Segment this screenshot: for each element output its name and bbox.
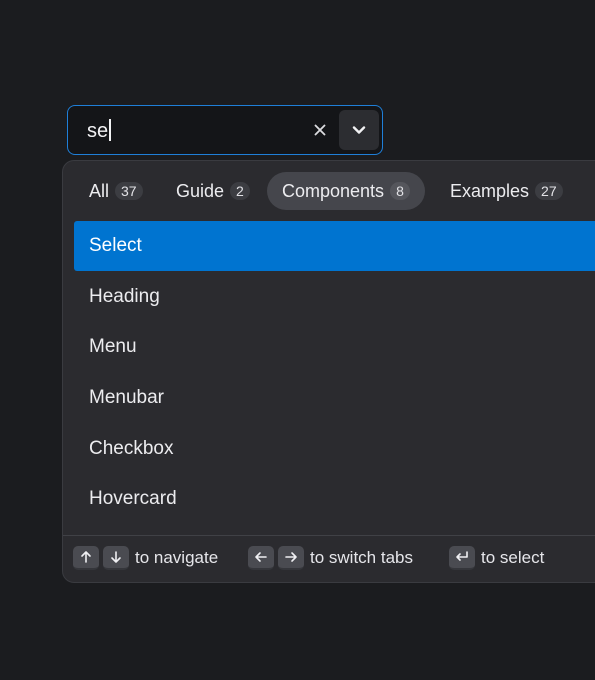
- tab-count-badge: 37: [115, 182, 143, 200]
- enter-key-icon: [449, 546, 475, 570]
- tab-count-badge: 8: [390, 182, 410, 200]
- arrow-up-key-icon: [73, 546, 99, 570]
- tab-label: All: [89, 180, 110, 201]
- navigate-hint-text: to navigate: [135, 548, 219, 567]
- close-icon: [314, 124, 326, 136]
- option-menu[interactable]: Menu: [74, 322, 595, 372]
- tab-count-badge: 27: [535, 182, 563, 200]
- tab-all[interactable]: All 37: [74, 172, 158, 210]
- switch-tabs-hint-text: to switch tabs: [310, 548, 413, 567]
- option-checkbox[interactable]: Checkbox: [74, 424, 595, 474]
- search-input[interactable]: se: [87, 119, 111, 143]
- chevron-down-icon: [352, 126, 366, 134]
- search-input-value: se: [87, 120, 109, 142]
- text-caret: [109, 119, 111, 141]
- tab-guide[interactable]: Guide 2: [161, 172, 265, 210]
- keyboard-hints-footer: to navigate to switch tabs to select: [63, 535, 595, 582]
- tab-count-badge: 2: [230, 182, 250, 200]
- results-popover: All 37 Guide 2 Components 8 Examples 27 …: [62, 160, 595, 583]
- option-select[interactable]: Select: [74, 221, 595, 271]
- option-hovercard[interactable]: Hovercard: [74, 474, 595, 524]
- tab-components[interactable]: Components 8: [267, 172, 425, 210]
- category-tabs: All 37 Guide 2 Components 8 Examples 27: [63, 172, 595, 212]
- arrow-left-key-icon: [248, 546, 274, 570]
- select-hint-text: to select: [481, 548, 545, 567]
- clear-button[interactable]: [308, 118, 332, 142]
- tab-label: Examples: [450, 180, 530, 201]
- arrow-right-key-icon: [278, 546, 304, 570]
- switch-tabs-hint: to switch tabs: [248, 546, 413, 570]
- select-hint: to select: [449, 546, 544, 570]
- option-menubar[interactable]: Menubar: [74, 373, 595, 423]
- tab-label: Guide: [176, 180, 225, 201]
- tab-examples[interactable]: Examples 27: [435, 172, 578, 210]
- navigate-hint: to navigate: [73, 546, 218, 570]
- option-heading[interactable]: Heading: [74, 272, 595, 322]
- search-combobox[interactable]: se: [67, 105, 383, 155]
- tab-label: Components: [282, 180, 385, 201]
- toggle-popover-button[interactable]: [339, 110, 379, 150]
- arrow-down-key-icon: [103, 546, 129, 570]
